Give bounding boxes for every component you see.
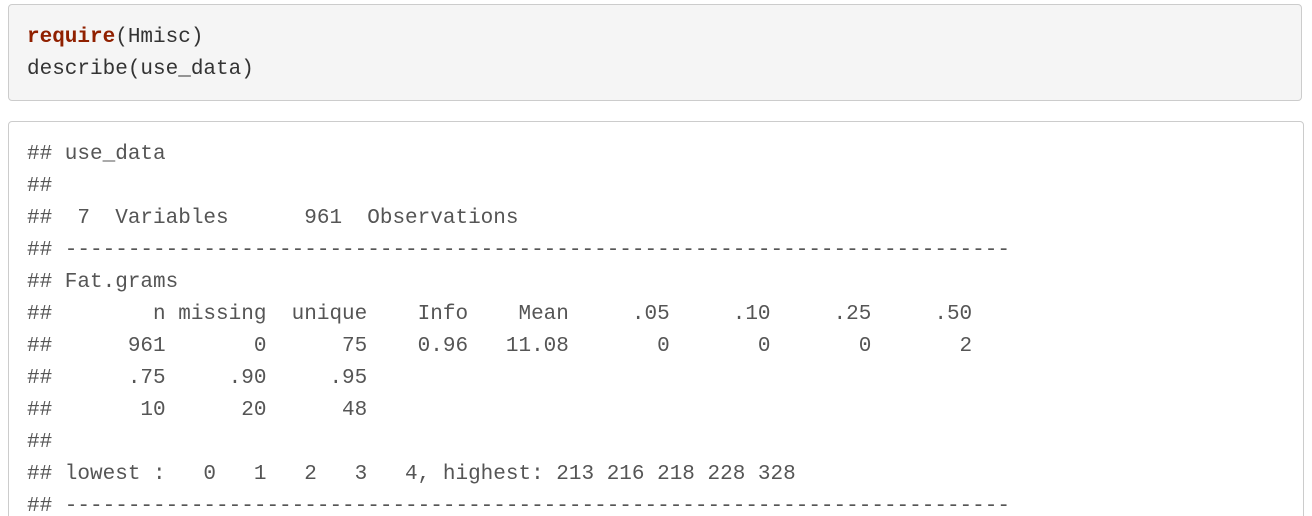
output-line-divider: ## -------------------------------------… (27, 239, 1010, 262)
code-line-require: require(Hmisc) (27, 22, 1301, 54)
output-line-summary: ## 7 Variables 961 Observations (27, 207, 519, 230)
code-input-block: require(Hmisc) describe(use_data) (8, 4, 1302, 101)
output-line-blank: ## (27, 431, 53, 454)
output-line-stats-header: ## n missing unique Info Mean .05 .10 .2… (27, 303, 973, 326)
output-line-title: ## use_data (27, 143, 166, 166)
output-line-extremes: ## lowest : 0 1 2 3 4, highest: 213 216 … (27, 463, 796, 486)
code-output-block: ## use_data ## ## 7 Variables 961 Observ… (8, 121, 1304, 516)
output-line-quantile-header: ## .75 .90 .95 (27, 367, 368, 390)
code-line-describe: describe(use_data) (27, 58, 254, 81)
output-line-quantile-values: ## 10 20 48 (27, 399, 368, 422)
require-keyword: require (27, 26, 116, 49)
output-line-divider: ## -------------------------------------… (27, 495, 1010, 516)
output-line-stats-values: ## 961 0 75 0.96 11.08 0 0 0 2 (27, 335, 973, 358)
output-line-variable-name: ## Fat.grams (27, 271, 179, 294)
output-line-blank: ## (27, 175, 53, 198)
require-argument: (Hmisc) (115, 26, 204, 49)
